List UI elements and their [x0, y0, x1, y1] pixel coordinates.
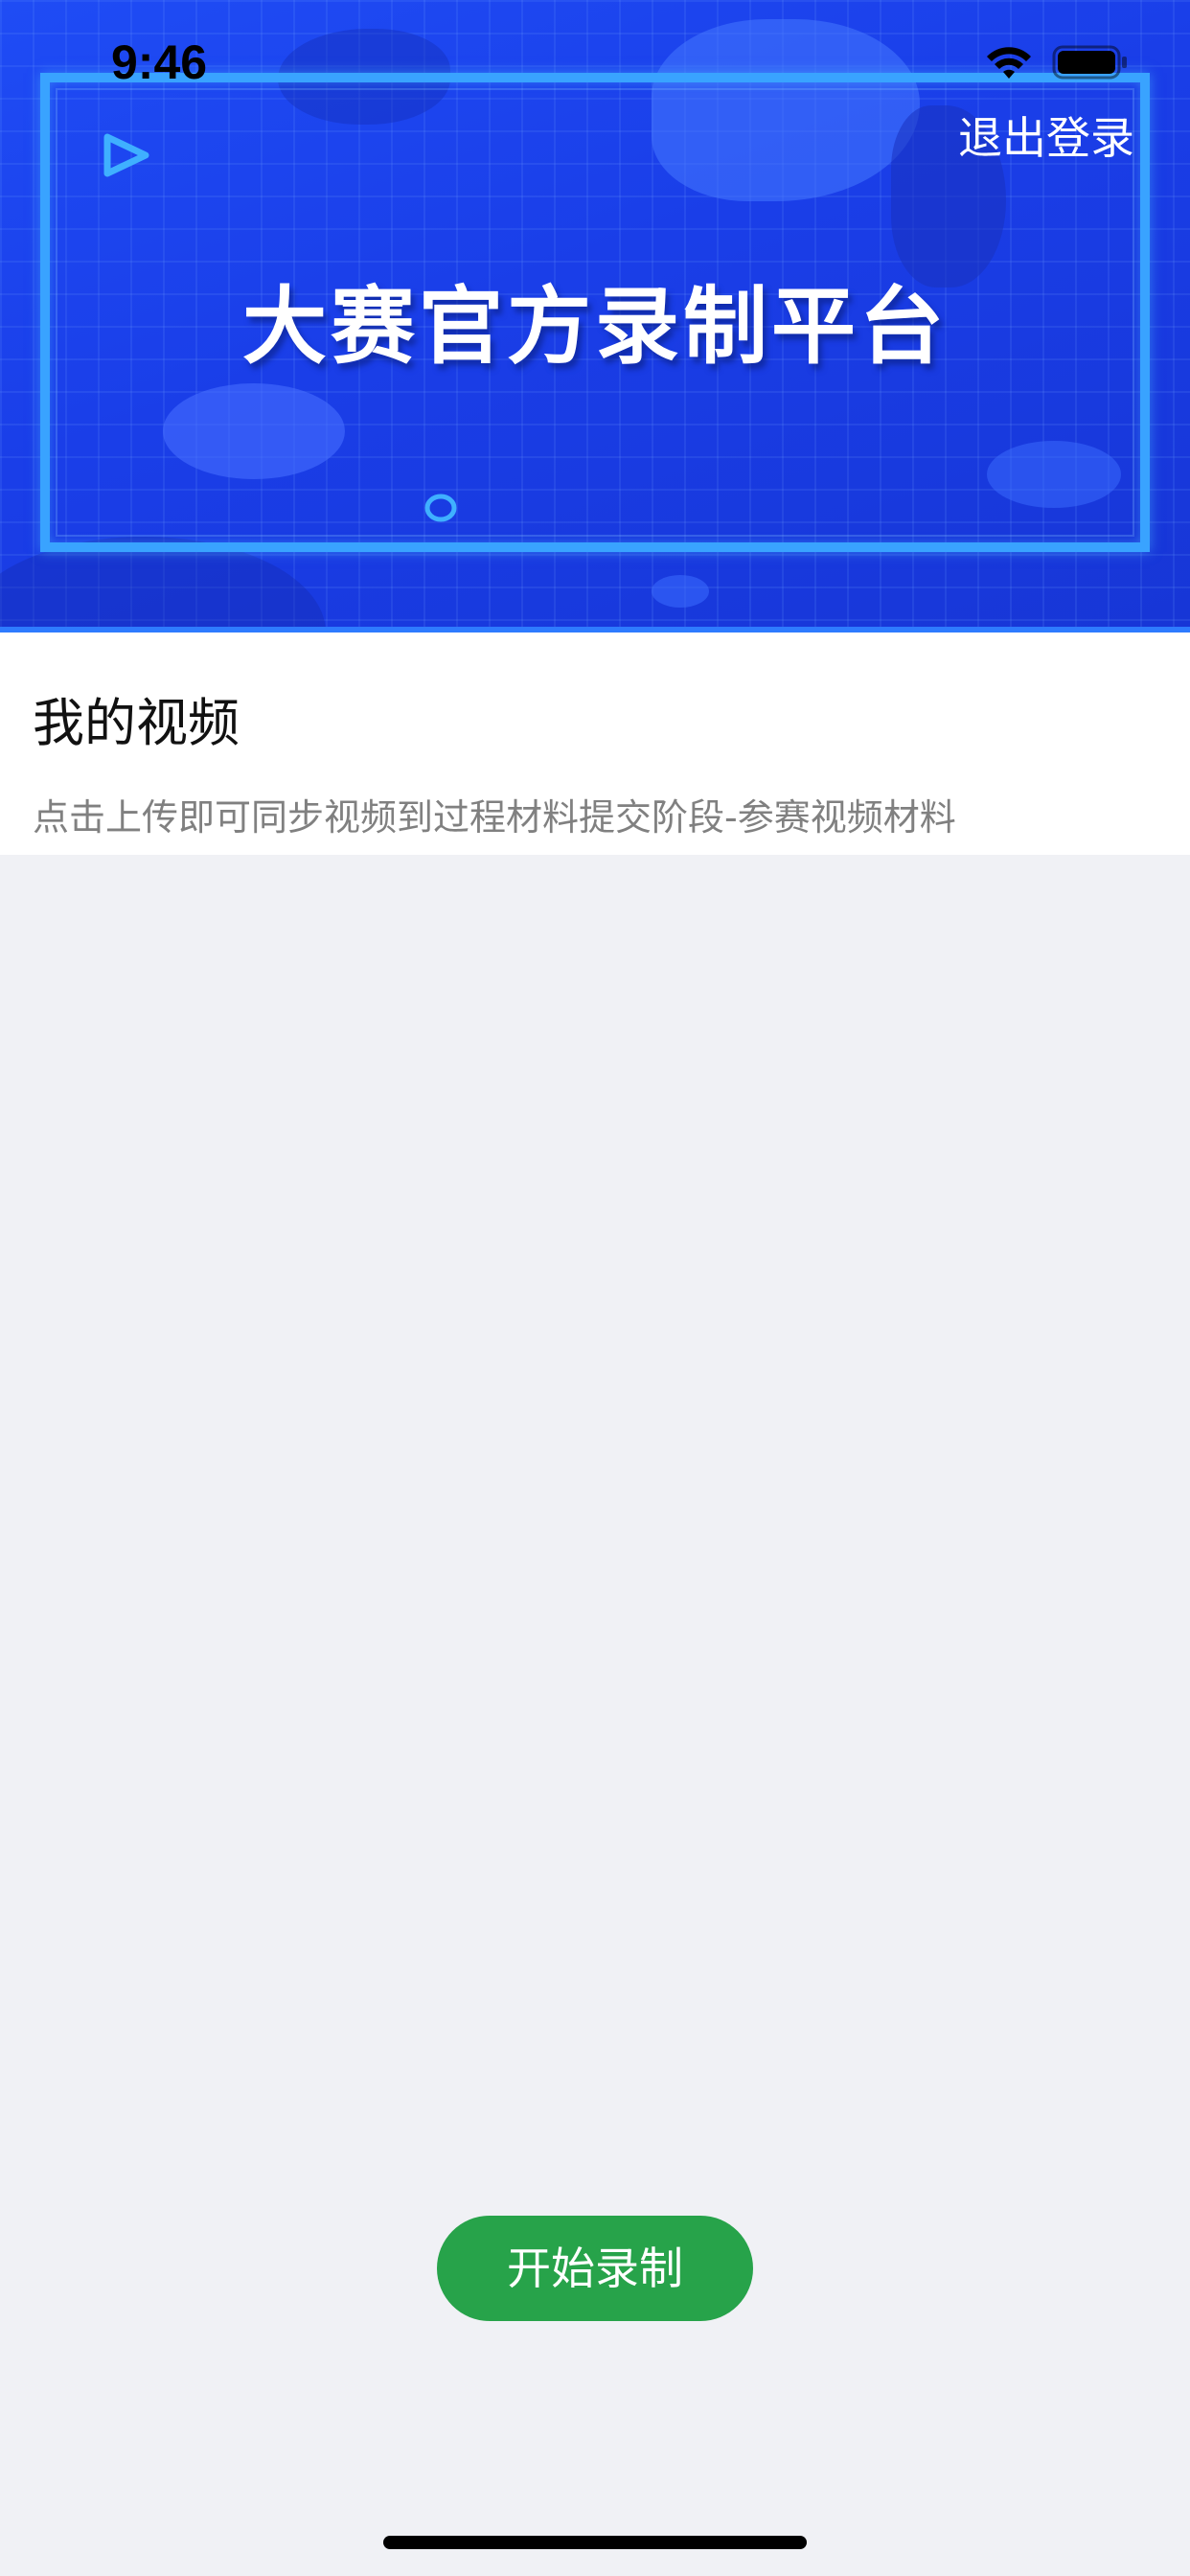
start-recording-button[interactable]: 开始录制: [437, 2216, 753, 2321]
home-indicator[interactable]: [383, 2536, 807, 2549]
status-time: 9:46: [111, 35, 208, 89]
wifi-icon: [987, 47, 1031, 79]
section-title: 我的视频: [33, 693, 240, 753]
header-banner: 大赛官方录制平台 9:46 退出登录: [0, 0, 1190, 632]
battery-icon: [1052, 45, 1127, 80]
circle-decor-icon: [424, 494, 457, 522]
logout-button[interactable]: 退出登录: [958, 104, 1134, 167]
banner-title: 大赛官方录制平台: [241, 277, 948, 376]
play-triangle-icon: [103, 133, 149, 177]
banner-decor-blob: [652, 575, 709, 608]
my-videos-section: 我的视频 点击上传即可同步视频到过程材料提交阶段-参赛视频材料: [0, 632, 1190, 855]
section-description: 点击上传即可同步视频到过程材料提交阶段-参赛视频材料: [33, 796, 956, 839]
